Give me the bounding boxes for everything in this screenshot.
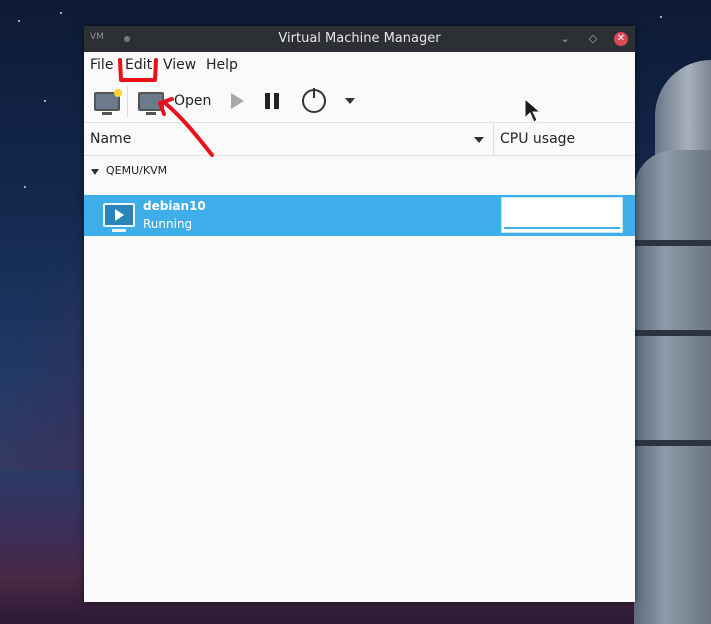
rocket-band — [634, 330, 711, 336]
play-icon — [231, 93, 244, 109]
expand-icon[interactable] — [91, 169, 99, 175]
column-cpu-usage[interactable]: CPU usage — [500, 131, 575, 147]
pause-button[interactable] — [265, 88, 279, 114]
shutdown-menu-button[interactable] — [345, 88, 355, 114]
star — [24, 186, 26, 188]
menu-edit[interactable]: Edit — [125, 57, 152, 73]
connection-label: QEMU/KVM — [106, 164, 168, 177]
vm-status: Running — [143, 217, 193, 231]
cpu-usage-graph — [501, 197, 623, 233]
sort-down-icon[interactable] — [474, 137, 484, 143]
maximize-icon[interactable]: ◇ — [586, 32, 600, 46]
window-title: Virtual Machine Manager — [278, 31, 441, 46]
new-vm-icon — [94, 88, 122, 115]
app-window: VM Virtual Machine Manager ⌄ ◇ ✕ File Ed… — [84, 26, 635, 602]
menu-view[interactable]: View — [163, 57, 196, 73]
toolbar: Open — [84, 80, 635, 123]
console-icon — [138, 91, 164, 115]
connection-row[interactable]: QEMU/KVM — [84, 156, 635, 186]
rocket-band — [634, 240, 711, 246]
toolbar-separator — [127, 86, 128, 118]
menu-file[interactable]: File — [90, 57, 113, 73]
open-label: Open — [174, 93, 212, 109]
chevron-down-icon — [345, 98, 355, 104]
rocket-band — [634, 440, 711, 446]
pause-icon — [265, 93, 279, 109]
open-button[interactable]: Open — [138, 88, 212, 115]
list-header: Name CPU usage — [84, 123, 635, 156]
shutdown-button[interactable] — [302, 88, 326, 114]
minimize-icon[interactable]: ⌄ — [558, 32, 572, 46]
star — [660, 16, 662, 18]
titlebar[interactable]: VM Virtual Machine Manager ⌄ ◇ ✕ — [84, 26, 635, 52]
menubar: File Edit View Help — [84, 52, 635, 80]
menu-help[interactable]: Help — [206, 57, 238, 73]
column-name[interactable]: Name — [90, 131, 131, 147]
star — [18, 20, 20, 22]
column-separator[interactable] — [493, 123, 494, 155]
vm-row[interactable]: debian10 Running — [84, 195, 635, 236]
star — [44, 100, 46, 102]
new-vm-button[interactable] — [94, 88, 122, 115]
rocket-body — [634, 150, 711, 624]
run-button[interactable] — [231, 88, 244, 114]
mouse-cursor-icon — [524, 98, 542, 123]
vm-name: debian10 — [143, 199, 206, 213]
vm-monitor-icon — [103, 203, 135, 232]
power-icon — [302, 88, 326, 113]
close-icon[interactable]: ✕ — [614, 32, 628, 46]
star — [60, 12, 62, 14]
